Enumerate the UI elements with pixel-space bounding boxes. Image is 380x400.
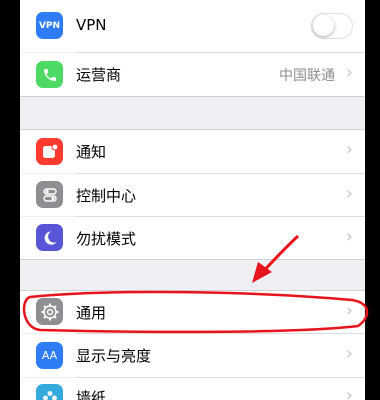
vpn-toggle[interactable]: [311, 13, 353, 39]
phone-icon: [36, 61, 63, 88]
wallpaper-row[interactable]: 墙纸 ›: [20, 378, 365, 400]
chevron-right-icon: ›: [345, 62, 353, 83]
notifications-label: 通知: [76, 143, 107, 161]
control-center-icon: [36, 181, 63, 208]
carrier-row[interactable]: 运营商 中国联通 ›: [20, 53, 365, 96]
general-label: 通用: [76, 304, 107, 322]
gear-icon: [36, 298, 63, 325]
settings-screen: VPN VPN 运营商 中国联通 › 通知 › 控制中心 › 勿扰模式 › 通用…: [20, 0, 365, 400]
vpn-row[interactable]: VPN VPN: [20, 0, 365, 52]
group-divider: [20, 96, 365, 97]
control-center-label: 控制中心: [76, 187, 137, 205]
chevron-right-icon: ›: [345, 139, 353, 160]
moon-icon: [36, 224, 63, 251]
dnd-label: 勿扰模式: [76, 230, 137, 248]
vpn-icon: VPN: [36, 12, 63, 39]
vpn-label: VPN: [76, 16, 107, 34]
control-center-row[interactable]: 控制中心 ›: [20, 174, 365, 216]
notification-icon: [36, 138, 63, 165]
wallpaper-icon: [36, 384, 63, 400]
carrier-value: 中国联通: [279, 68, 335, 84]
display-label: 显示与亮度: [76, 347, 152, 365]
chevron-right-icon: ›: [345, 226, 353, 247]
chevron-right-icon: ›: [345, 300, 353, 321]
dnd-row[interactable]: 勿扰模式 ›: [20, 217, 365, 259]
wallpaper-label: 墙纸: [76, 389, 107, 400]
toggle-knob: [313, 15, 334, 36]
general-row[interactable]: 通用 ›: [20, 291, 365, 333]
chevron-right-icon: ›: [345, 343, 353, 364]
chevron-right-icon: ›: [345, 385, 353, 400]
group-divider: [20, 259, 365, 260]
display-row[interactable]: AA 显示与亮度 ›: [20, 334, 365, 377]
notifications-row[interactable]: 通知 ›: [20, 130, 365, 173]
chevron-right-icon: ›: [345, 183, 353, 204]
display-icon: AA: [36, 342, 63, 369]
carrier-label: 运营商: [76, 66, 122, 84]
